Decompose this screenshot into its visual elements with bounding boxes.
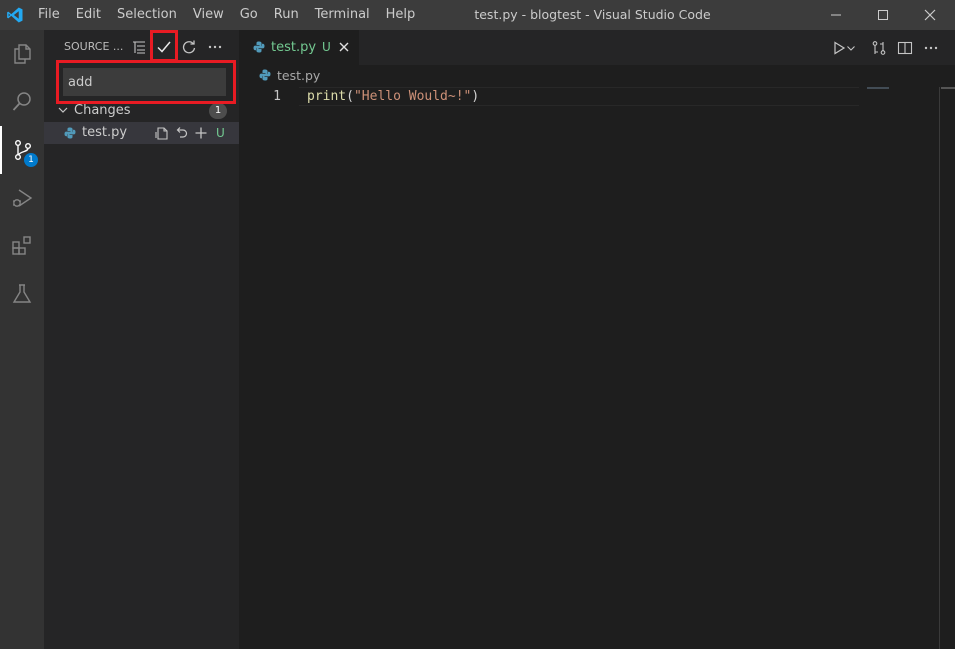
list-item[interactable]: test.py U <box>44 122 239 144</box>
editor-more-actions-button[interactable] <box>921 38 941 58</box>
file-name: test.py <box>82 125 128 140</box>
breadcrumb[interactable]: test.py <box>239 65 955 87</box>
menu-view[interactable]: View <box>185 0 232 30</box>
close-icon <box>924 9 936 21</box>
panel-title: SOURCE ... <box>64 40 124 53</box>
python-file-icon <box>253 41 265 53</box>
refresh-icon <box>182 40 196 54</box>
open-changes-button[interactable] <box>869 38 889 58</box>
code-paren-token: ( <box>346 89 354 104</box>
vscode-logo-icon <box>7 7 23 23</box>
chevron-down-icon <box>847 46 855 51</box>
more-icon <box>208 45 222 49</box>
view-as-tree-button[interactable] <box>129 37 149 57</box>
source-control-badge: 1 <box>24 153 38 167</box>
menu-file[interactable]: File <box>30 0 68 30</box>
search-icon <box>12 92 31 111</box>
menu-terminal[interactable]: Terminal <box>307 0 378 30</box>
stage-changes-button[interactable] <box>193 125 209 141</box>
open-file-button[interactable] <box>154 125 170 141</box>
menu-selection[interactable]: Selection <box>109 0 185 30</box>
vertical-scrollbar[interactable] <box>939 87 940 649</box>
minimize-button[interactable] <box>813 0 859 30</box>
activity-extensions[interactable] <box>0 222 44 270</box>
breadcrumb-file: test.py <box>277 68 321 83</box>
extensions-icon <box>12 236 31 255</box>
refresh-button[interactable] <box>179 37 199 57</box>
maximize-icon <box>878 10 888 20</box>
tab-status: U <box>322 40 331 54</box>
code-paren-token: ) <box>471 89 480 104</box>
code-line[interactable]: print("Hello Would~!") <box>307 87 479 106</box>
maximize-button[interactable] <box>860 0 906 30</box>
python-file-icon <box>259 69 271 81</box>
menu-go[interactable]: Go <box>232 0 266 30</box>
minimize-icon <box>831 14 841 16</box>
close-tab-icon[interactable] <box>337 40 351 54</box>
discard-changes-button[interactable] <box>173 125 189 141</box>
code-string-token: "Hello Would~!" <box>353 89 472 104</box>
go-to-file-icon <box>155 127 168 140</box>
activity-bar: 1 <box>0 30 44 649</box>
chevron-down-icon <box>58 107 68 113</box>
list-tree-icon <box>133 41 145 54</box>
menu-bar: File Edit Selection View Go Run Terminal… <box>30 0 423 30</box>
tab-test-py[interactable]: test.py U <box>239 30 359 65</box>
activity-testing[interactable] <box>0 270 44 318</box>
code-editor[interactable]: 1 print("Hello Would~!") <box>239 87 955 649</box>
testing-icon <box>12 284 32 303</box>
title-bar: File Edit Selection View Go Run Terminal… <box>0 0 955 30</box>
changes-count-badge: 1 <box>209 103 227 119</box>
source-control-panel: SOURCE ... Changes 1 test.py U <box>44 30 239 649</box>
menu-run[interactable]: Run <box>266 0 307 30</box>
more-icon <box>924 46 938 50</box>
scrollbar-thumb[interactable] <box>941 87 955 89</box>
close-window-button[interactable] <box>907 0 953 30</box>
discard-icon <box>176 127 188 138</box>
file-status-untracked: U <box>216 126 225 140</box>
compare-changes-icon <box>872 41 886 55</box>
minimap[interactable] <box>867 87 889 89</box>
menu-help[interactable]: Help <box>378 0 424 30</box>
python-file-icon <box>64 127 76 139</box>
more-actions-button[interactable] <box>205 37 225 57</box>
explorer-icon <box>14 44 31 64</box>
activity-run-debug[interactable] <box>0 174 44 222</box>
plus-icon <box>195 127 207 139</box>
activity-search[interactable] <box>0 78 44 126</box>
panel-header: SOURCE ... <box>44 30 239 64</box>
tab-label: test.py <box>271 40 317 55</box>
editor-tab-bar: test.py U <box>239 30 955 65</box>
menu-edit[interactable]: Edit <box>68 0 109 30</box>
commit-message-input[interactable] <box>63 68 226 96</box>
highlight-box-commit <box>150 30 178 62</box>
split-editor-icon <box>897 41 913 55</box>
split-editor-button[interactable] <box>895 38 915 58</box>
activity-explorer[interactable] <box>0 30 44 78</box>
run-options-dropdown[interactable] <box>845 38 857 58</box>
line-number: 1 <box>273 89 281 104</box>
code-function-token: print <box>307 89 347 104</box>
run-debug-icon <box>13 189 33 207</box>
activity-source-control[interactable]: 1 <box>0 126 44 174</box>
